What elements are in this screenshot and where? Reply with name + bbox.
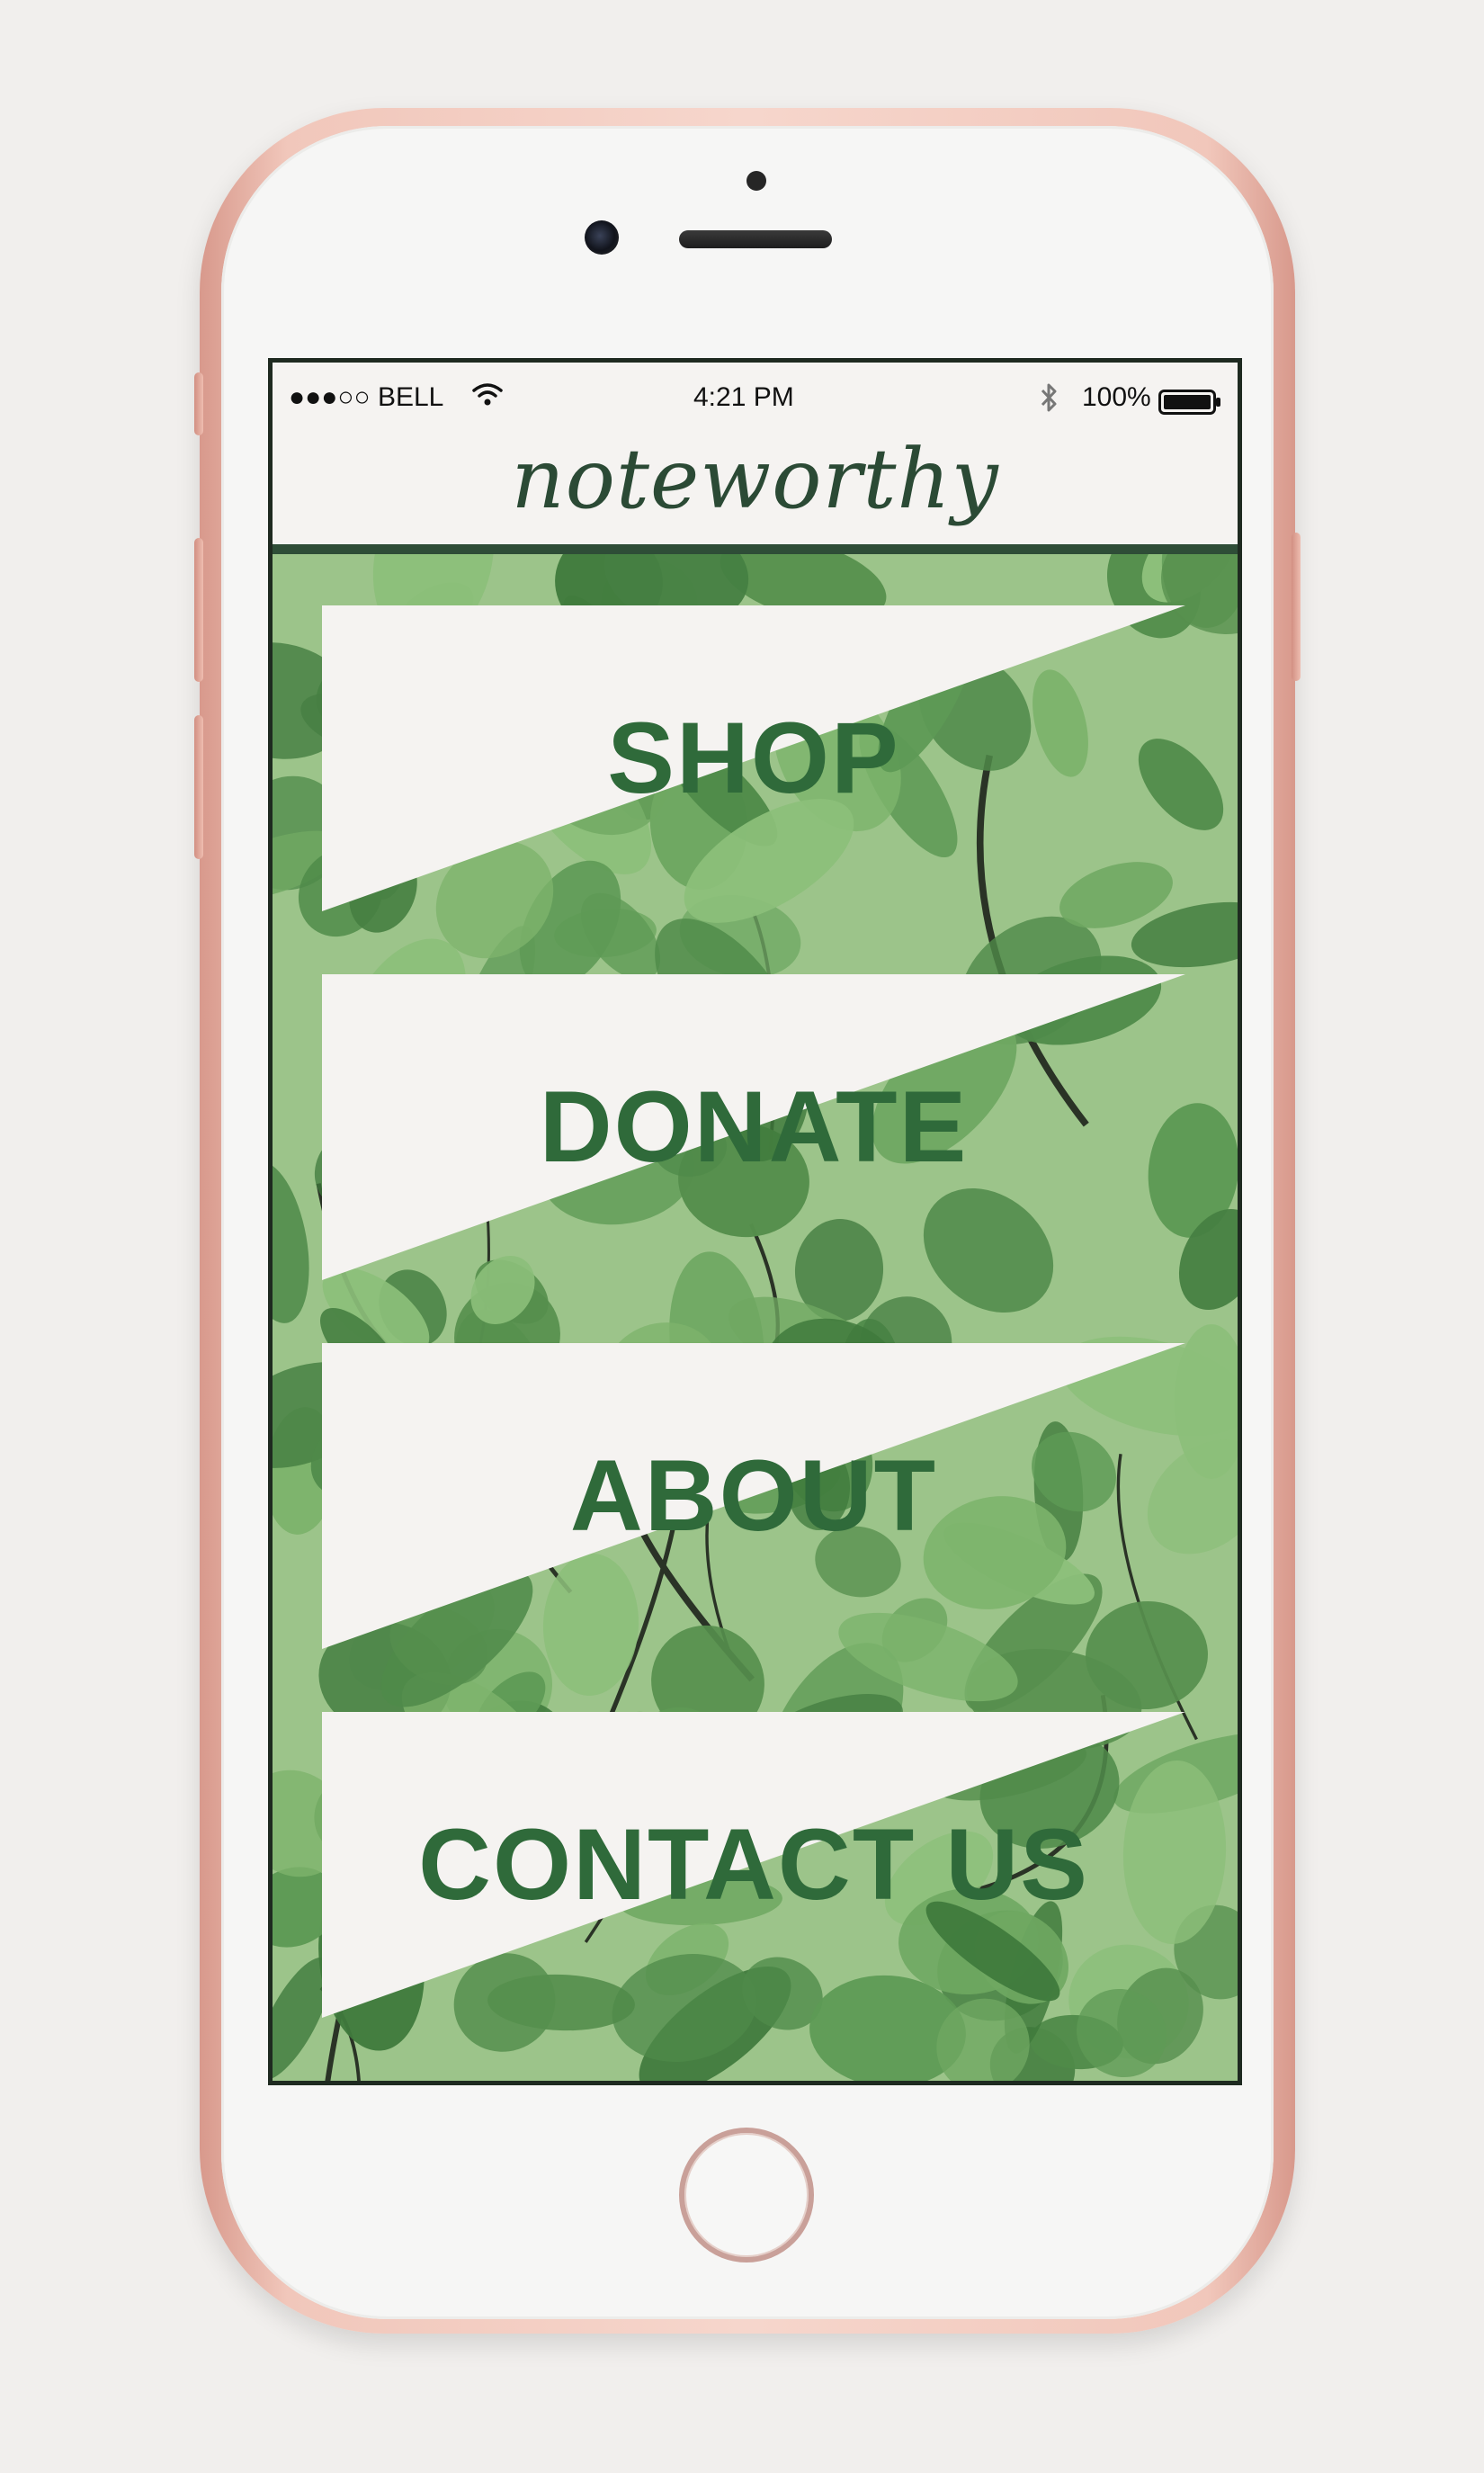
home-button[interactable]: [679, 2128, 814, 2262]
menu-label-donate: DONATE: [539, 1071, 969, 1183]
volume-up-button: [194, 538, 203, 682]
menu-item-shop[interactable]: SHOP: [322, 605, 1185, 911]
menu-item-about[interactable]: ABOUT: [322, 1343, 1185, 1649]
leaves-background-image: SHOP DONATE ABOUT CONTACT US: [273, 554, 1238, 2081]
earpiece-speaker: [679, 230, 832, 248]
status-time: 4:21 PM: [693, 382, 794, 412]
proximity-sensor: [746, 171, 766, 191]
wifi-icon: [472, 383, 503, 406]
mute-switch: [194, 372, 203, 435]
header-divider: [273, 544, 1238, 554]
app-header: noteworthy: [273, 426, 1238, 544]
menu-label-contact: CONTACT US: [418, 1808, 1089, 1921]
menu-item-donate[interactable]: DONATE: [322, 974, 1185, 1280]
battery-percent: 100%: [1082, 382, 1151, 412]
signal-strength-icon: ●●●○○: [289, 382, 371, 412]
menu-label-about: ABOUT: [569, 1439, 938, 1552]
status-bar: ●●●○○ BELL 4:21 PM 100%: [273, 363, 1238, 426]
menu-label-shop: SHOP: [607, 702, 900, 814]
brand-logo[interactable]: noteworthy: [273, 426, 1238, 544]
carrier-name: BELL: [377, 382, 444, 412]
battery-icon: [1158, 390, 1220, 415]
app-screen: ●●●○○ BELL 4:21 PM 100% noteworthy SHOP …: [268, 358, 1242, 2085]
power-button: [1292, 533, 1301, 681]
bluetooth-icon: [1041, 383, 1057, 412]
volume-down-button: [194, 715, 203, 859]
front-camera-icon: [585, 220, 619, 255]
menu-item-contact[interactable]: CONTACT US: [322, 1712, 1185, 2018]
carrier-label: ●●●○○ BELL: [289, 382, 443, 413]
